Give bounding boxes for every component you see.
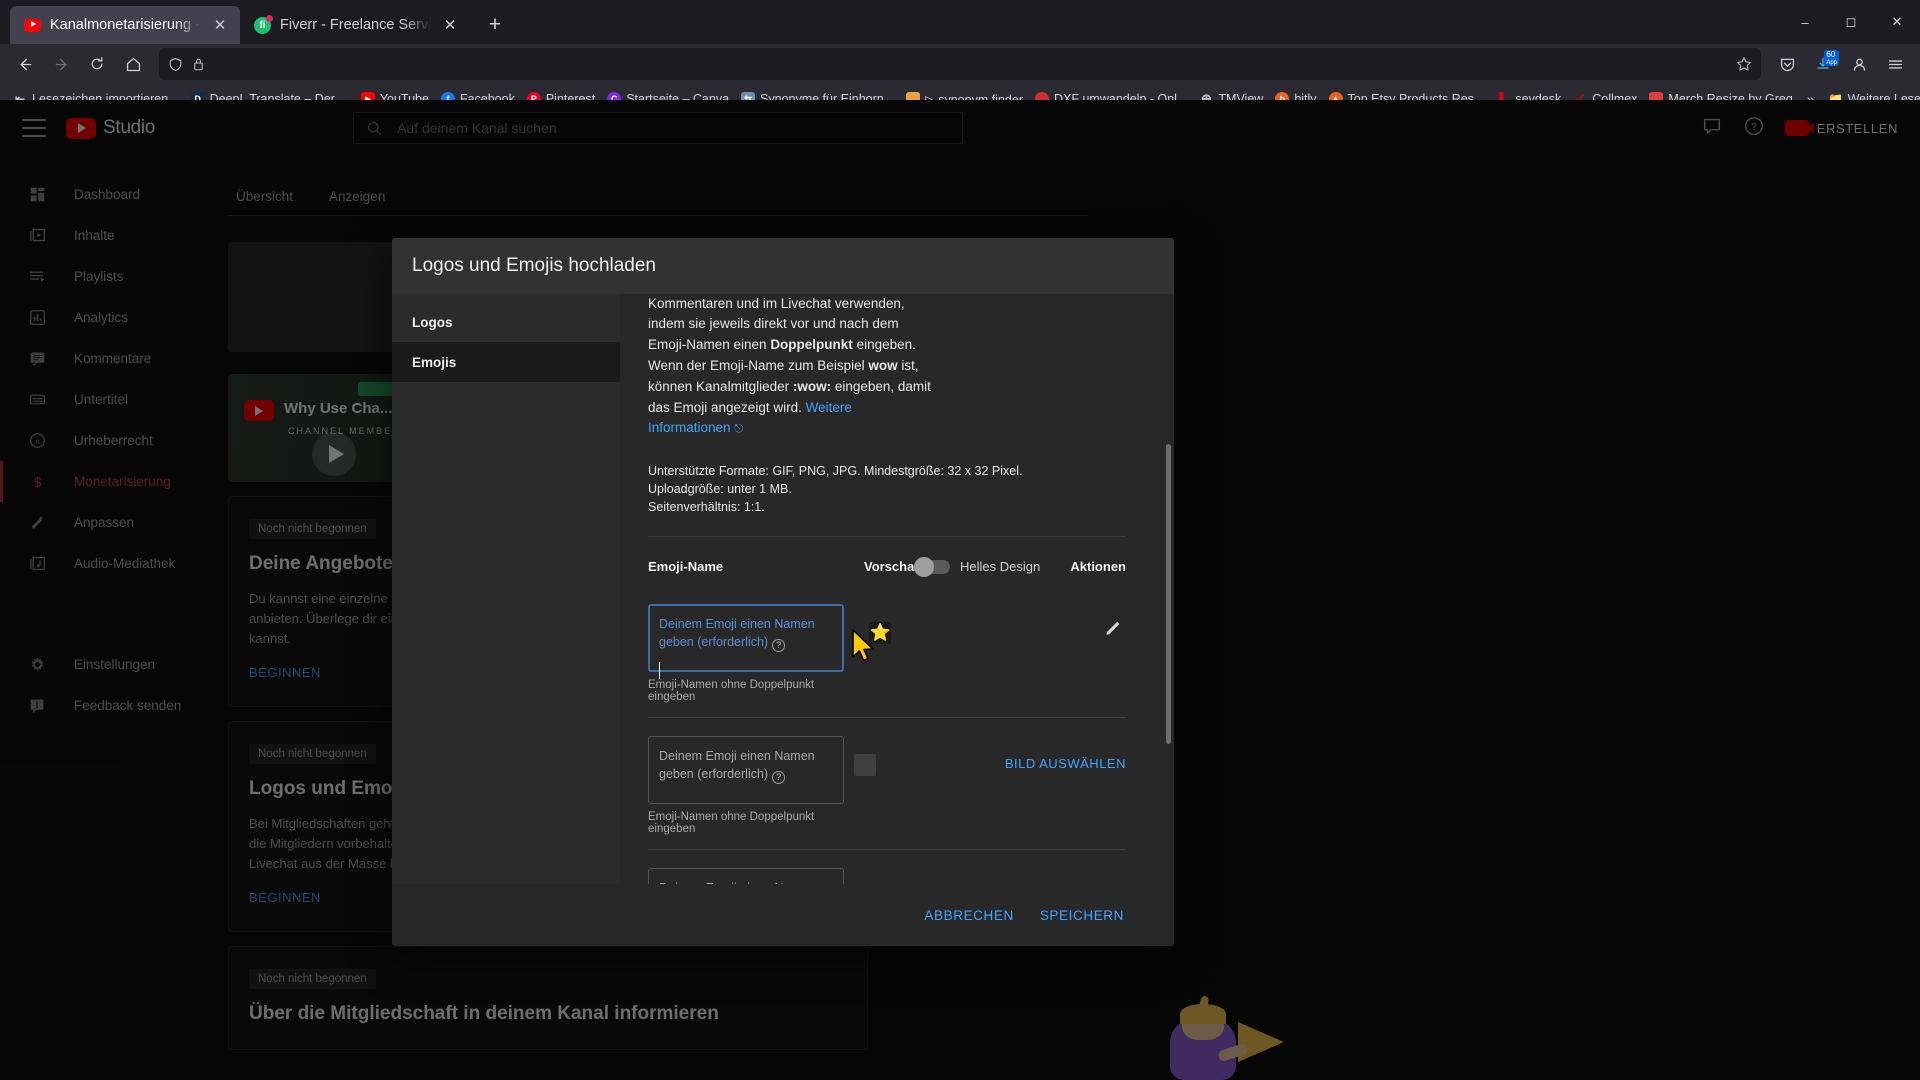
desc-bold-wow: wow xyxy=(868,357,898,373)
upload-logos-emojis-dialog: Logos und Emojis hochladen Logos Emojis … xyxy=(392,238,1174,946)
navigation-toolbar: 60 App xyxy=(0,44,1920,84)
emoji-actions-cell: BILD AUSWÄHLEN xyxy=(1005,868,1126,884)
light-theme-label: Helles Design xyxy=(960,559,1041,575)
close-icon[interactable]: ✕ xyxy=(440,15,460,35)
text-caret xyxy=(659,661,660,679)
pencil-icon[interactable] xyxy=(1104,618,1126,640)
forward-icon[interactable] xyxy=(44,48,78,80)
emoji-name-input[interactable]: Deinem Emoji einen Namen geben (erforder… xyxy=(648,736,844,805)
star-icon[interactable] xyxy=(1736,56,1752,72)
emoji-preview-cell xyxy=(844,736,1005,835)
dialog-footer: ABBRECHEN SPEICHERN xyxy=(392,884,1174,946)
download-icon[interactable]: 60 App xyxy=(1806,48,1840,80)
emoji-actions-cell xyxy=(1104,604,1126,703)
browser-tab-youtube[interactable]: Kanalmonetarisierung - YouTub ✕ xyxy=(10,6,240,44)
browser-tab-fiverr[interactable]: Fiverr - Freelance Services Mark ✕ xyxy=(240,6,470,44)
emoji-actions-cell: BILD AUSWÄHLEN xyxy=(1005,736,1126,835)
emoji-row: Deinem Emoji einen Namen geben (erforder… xyxy=(648,850,1126,884)
col-emoji-name: Emoji-Name xyxy=(648,559,724,575)
emoji-table-header: Emoji-Name Vorschau Helles Design Aktion… xyxy=(648,537,1126,586)
dialog-scrollbar[interactable] xyxy=(1166,444,1171,744)
col-vorschau: Vorschau xyxy=(864,559,923,575)
emoji-name-helper: Emoji-Namen ohne Doppelpunkt eingeben xyxy=(648,679,815,704)
pocket-icon[interactable] xyxy=(1770,48,1804,80)
desc-bold-colon-wow: :wow: xyxy=(792,378,832,394)
minimize-button[interactable]: – xyxy=(1782,0,1828,44)
maximize-button[interactable]: ◻ xyxy=(1828,0,1874,44)
emoji-name-input[interactable]: Deinem Emoji einen Namen geben (erforder… xyxy=(648,604,844,679)
emoji-name-cell: Deinem Emoji einen Namen geben (erforder… xyxy=(648,604,859,703)
emoji-preview xyxy=(854,754,876,777)
reload-icon[interactable] xyxy=(80,48,114,80)
address-bar[interactable] xyxy=(159,48,1761,80)
emoji-preview-cell: ⭐ xyxy=(859,604,1104,703)
youtube-studio-page: Studio Auf deinem Kanal suchen ? ERSTELL… xyxy=(0,100,1920,1080)
emoji-name-cell: Deinem Emoji einen Namen geben (erforder… xyxy=(648,868,844,884)
dialog-nav-logos[interactable]: Logos xyxy=(392,302,620,342)
formats-line-1: Unterstützte Formate: GIF, PNG, JPG. Min… xyxy=(648,464,1023,497)
tab-strip: Kanalmonetarisierung - YouTub ✕ Fiverr -… xyxy=(0,0,1920,44)
fiverr-icon xyxy=(254,14,273,34)
lock-icon xyxy=(192,57,205,72)
desc-bold-doppelpunkt: Doppelpunkt xyxy=(770,337,853,353)
bild-auswaehlen-button[interactable]: BILD AUSWÄHLEN xyxy=(1005,882,1126,884)
emoji-name-input[interactable]: Deinem Emoji einen Namen geben (erforder… xyxy=(648,868,844,884)
col-aktionen: Aktionen xyxy=(1070,559,1126,575)
hamburger-menu-icon[interactable] xyxy=(1878,48,1912,80)
browser-window: Kanalmonetarisierung - YouTub ✕ Fiverr -… xyxy=(0,0,1920,1080)
emoji-row: Deinem Emoji einen Namen geben (erforder… xyxy=(648,718,1126,851)
back-icon[interactable] xyxy=(8,48,42,80)
dialog-nav-emojis[interactable]: Emojis xyxy=(392,342,620,382)
dialog-body: Logos Emojis in der Emoji-Auswahl angeze… xyxy=(392,294,1174,884)
emoji-preview-cell xyxy=(844,868,1005,884)
shield-icon xyxy=(168,57,183,72)
emoji-description: in der Emoji-Auswahl angezeigt. Die Kana… xyxy=(648,294,938,440)
help-icon[interactable]: ? xyxy=(772,638,786,652)
close-window-button[interactable]: ✕ xyxy=(1874,0,1920,44)
bild-auswaehlen-button[interactable]: BILD AUSWÄHLEN xyxy=(1005,750,1126,771)
emoji-name-placeholder: Deinem Emoji einen Namen geben (erforder… xyxy=(659,749,815,782)
download-badge: 60 App xyxy=(1824,50,1839,66)
window-controls: – ◻ ✕ xyxy=(1782,0,1920,44)
tab-title: Fiverr - Freelance Services Mark xyxy=(280,17,431,33)
external-link-icon: ⎋ xyxy=(734,423,744,436)
cancel-button[interactable]: ABBRECHEN xyxy=(924,908,1013,923)
emoji-name-placeholder: Deinem Emoji einen Namen geben (erforder… xyxy=(659,617,815,650)
close-icon[interactable]: ✕ xyxy=(210,15,230,35)
tab-title: Kanalmonetarisierung - YouTub xyxy=(50,17,201,33)
emoji-name-cell: Deinem Emoji einen Namen geben (erforder… xyxy=(648,736,844,835)
help-icon[interactable]: ? xyxy=(772,770,786,784)
emoji-name-placeholder: Deinem Emoji einen Namen geben (erforder… xyxy=(659,881,815,884)
toolbar-right: 60 App xyxy=(1770,48,1912,80)
dialog-content: in der Emoji-Auswahl angezeigt. Die Kana… xyxy=(620,294,1174,884)
supported-formats: Unterstützte Formate: GIF, PNG, JPG. Min… xyxy=(648,462,1098,516)
formats-line-2: Seitenverhältnis: 1:1. xyxy=(648,500,765,515)
new-tab-button[interactable]: + xyxy=(478,8,512,42)
account-icon[interactable] xyxy=(1842,48,1876,80)
dialog-title: Logos und Emojis hochladen xyxy=(392,238,1174,294)
emoji-name-helper: Emoji-Namen ohne Doppelpunkt eingeben xyxy=(648,811,815,836)
home-icon[interactable] xyxy=(116,48,150,80)
dialog-nav: Logos Emojis xyxy=(392,294,620,884)
light-theme-toggle[interactable] xyxy=(914,556,950,577)
emoji-row: Deinem Emoji einen Namen geben (erforder… xyxy=(648,586,1126,719)
youtube-icon xyxy=(24,17,41,34)
save-button[interactable]: SPEICHERN xyxy=(1040,908,1124,923)
emoji-preview: ⭐ xyxy=(869,622,892,645)
